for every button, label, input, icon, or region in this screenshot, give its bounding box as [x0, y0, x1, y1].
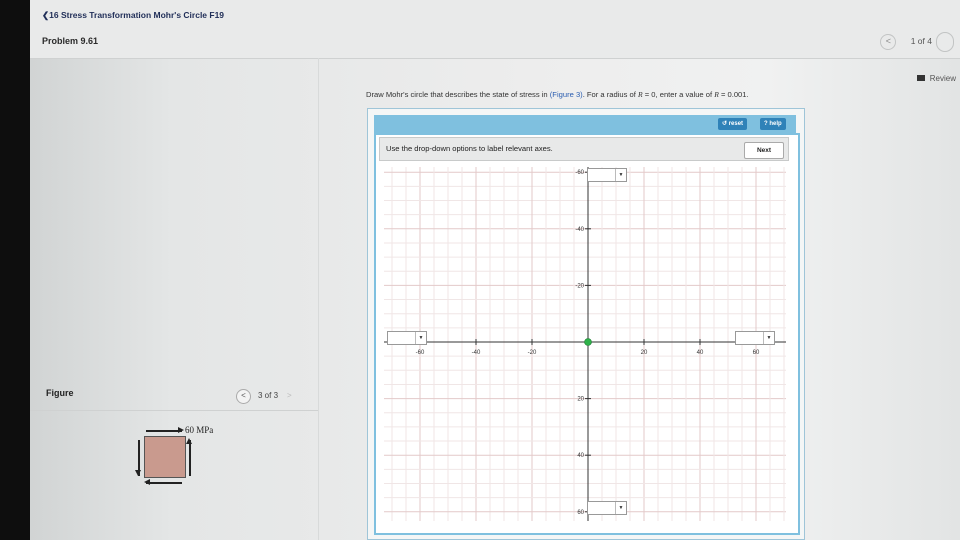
- next-figure-icon[interactable]: >: [287, 391, 292, 400]
- figure-divider: [30, 410, 318, 411]
- question-text-start: Draw Mohr's circle that describes the st…: [366, 90, 550, 99]
- problem-pager: < 1 of 4: [880, 32, 954, 52]
- next-button[interactable]: Next: [744, 142, 784, 159]
- instruction-bar: Use the drop-down options to label relev…: [379, 137, 789, 161]
- y-tick-label: 60: [577, 510, 584, 516]
- question-eq-value: = 0.001.: [718, 90, 749, 99]
- y-tick-label: -60: [575, 170, 584, 176]
- right-shear-arrowhead: [186, 438, 192, 444]
- mohr-plot[interactable]: -60 -40 -20 20 40 60 -60 -40 -20 20 40 60: [376, 135, 794, 529]
- tool-toolbar: ↺ reset ? help: [374, 115, 796, 133]
- problem-title: Problem 9.61: [42, 36, 99, 46]
- question-eq-zero: = 0, enter a value of: [642, 90, 715, 99]
- x-tick-label: 40: [697, 350, 704, 356]
- bottom-axis-dropdown[interactable]: ▼: [587, 501, 627, 515]
- review-icon: [916, 75, 925, 81]
- back-to-assignment-link[interactable]: ❮16 Stress Transformation Mohr's Circle …: [42, 10, 224, 21]
- bottom-shear-arrow: [146, 482, 182, 484]
- left-axis-dropdown[interactable]: ▼: [387, 331, 427, 345]
- figure-label: Figure: [46, 388, 74, 398]
- reset-button[interactable]: ↺ reset: [718, 118, 748, 130]
- top-shear-arrow: [146, 430, 182, 432]
- top-shear-arrowhead: [178, 427, 184, 433]
- bottom-shear-arrowhead: [144, 479, 150, 485]
- review-link[interactable]: Review: [916, 74, 956, 83]
- x-tick-label: -40: [472, 350, 481, 356]
- instruction-text: Use the drop-down options to label relev…: [386, 144, 553, 153]
- x-tick-label: -60: [416, 350, 425, 356]
- question-text-mid: . For a radius of: [582, 90, 638, 99]
- next-problem-icon[interactable]: [936, 32, 954, 52]
- browser-page: ❮16 Stress Transformation Mohr's Circle …: [0, 0, 960, 540]
- right-axis-dropdown[interactable]: ▼: [735, 331, 775, 345]
- screen-bezel: [0, 0, 30, 540]
- question-text: Draw Mohr's circle that describes the st…: [366, 90, 749, 99]
- left-shear-arrowhead: [135, 470, 141, 476]
- stress-value-label: 60 MPa: [185, 425, 214, 435]
- problem-pager-text: 1 of 4: [910, 36, 932, 46]
- chevron-down-icon: ▼: [615, 169, 626, 181]
- center-point: [584, 338, 592, 346]
- figure-pager-text: 3 of 3: [258, 391, 279, 400]
- x-tick-label: 20: [641, 350, 648, 356]
- mohr-circle-tool: ↺ reset ? help -60 -40 -20 20 40 60 -60 -40 -20 2…: [367, 108, 805, 540]
- y-tick-label: 40: [577, 453, 584, 459]
- plot-canvas[interactable]: -60 -40 -20 20 40 60 -60 -40 -20 20 40 60 Use the d…: [374, 133, 800, 535]
- chevron-down-icon: ▼: [615, 502, 626, 514]
- right-shear-arrow: [189, 440, 191, 476]
- assignment-header: ❮16 Stress Transformation Mohr's Circle …: [30, 0, 960, 59]
- x-tick-label: -20: [528, 350, 537, 356]
- x-tick-label: 60: [753, 350, 760, 356]
- chevron-down-icon: ▼: [763, 332, 774, 344]
- figure-link[interactable]: (Figure 3): [550, 90, 583, 99]
- review-label: Review: [929, 74, 956, 83]
- y-tick-label: -20: [575, 283, 584, 289]
- previous-problem-icon[interactable]: <: [880, 34, 897, 50]
- chevron-down-icon: ▼: [415, 332, 426, 344]
- previous-figure-icon[interactable]: <: [236, 389, 251, 404]
- figure-pager: <3 of 3 >: [236, 389, 292, 404]
- stress-element-square: [144, 436, 186, 478]
- top-axis-dropdown[interactable]: ▼: [587, 168, 627, 182]
- y-tick-label: 20: [577, 397, 584, 403]
- help-button[interactable]: ? help: [760, 118, 786, 130]
- y-tick-label: -40: [575, 227, 584, 233]
